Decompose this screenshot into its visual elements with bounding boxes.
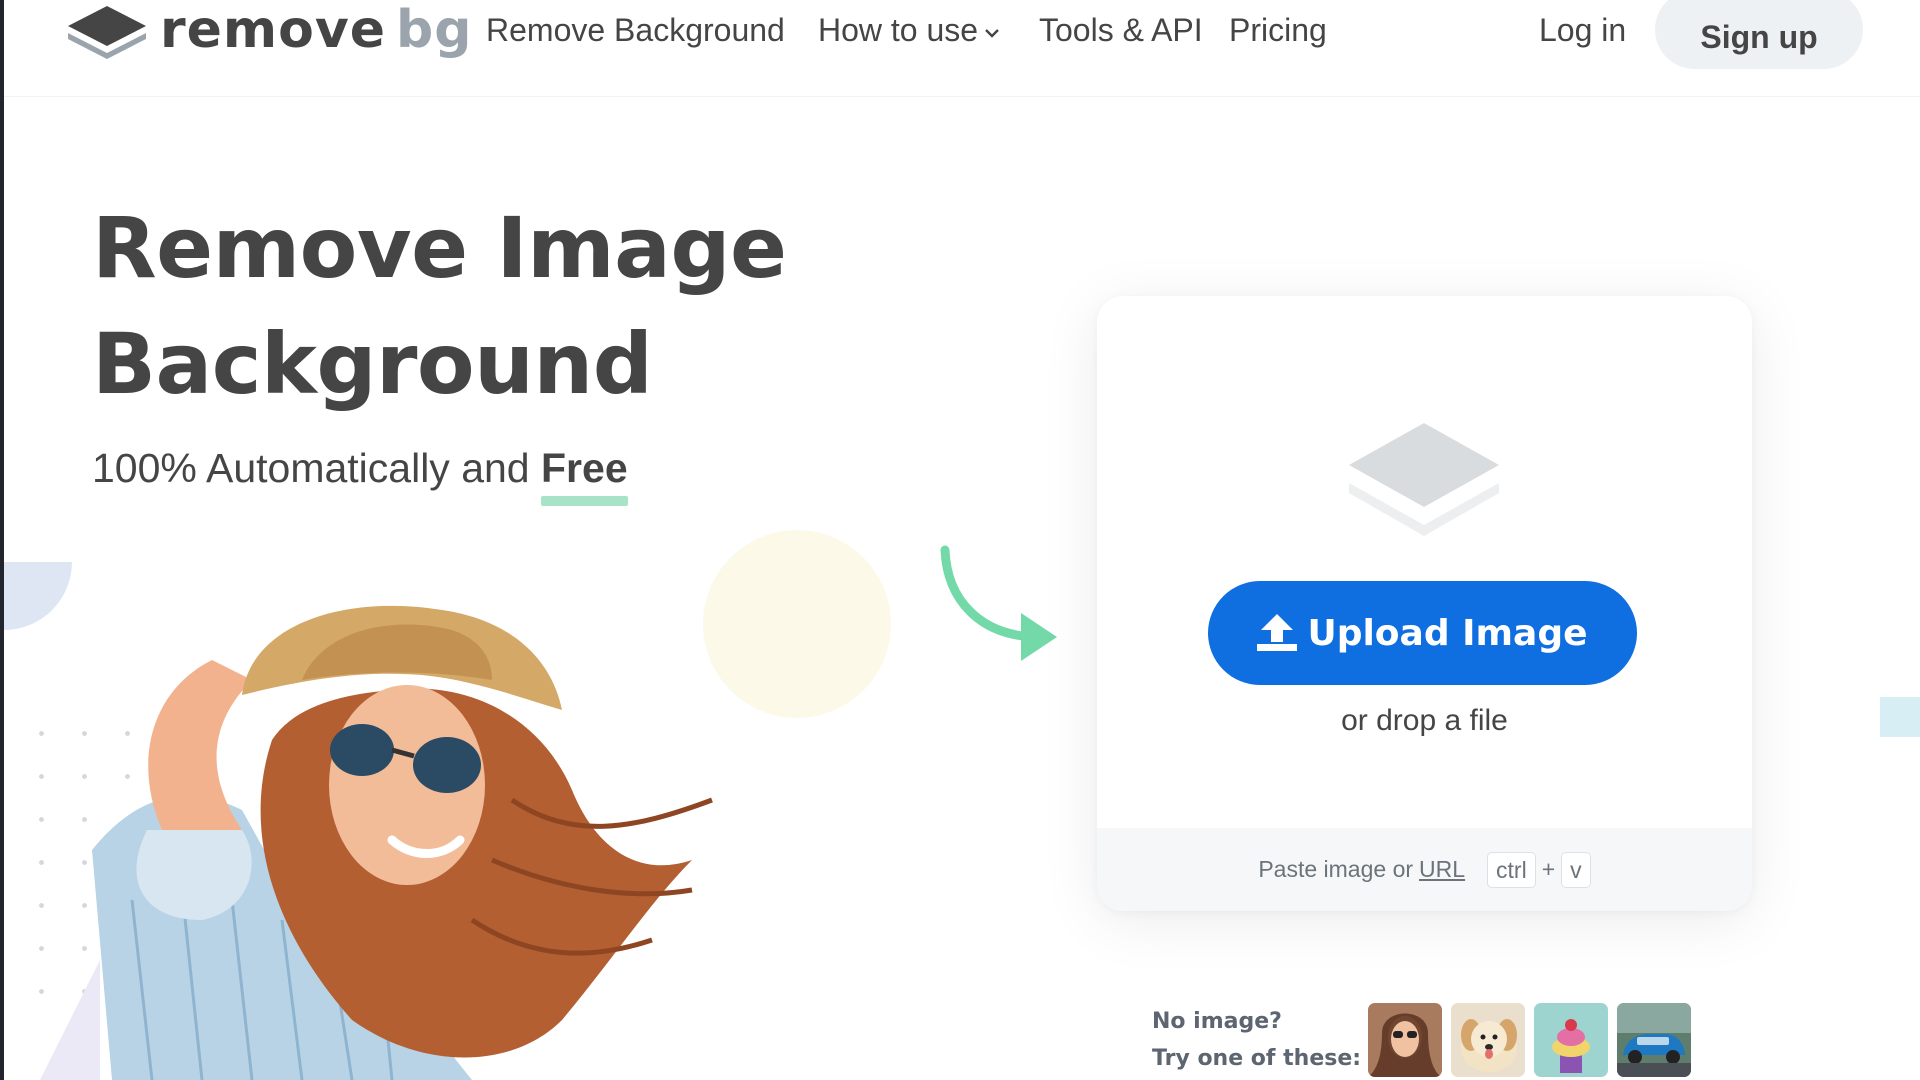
v-key: v [1561,851,1591,888]
chevron-down-icon [985,28,999,38]
hero-woman-image [92,605,713,1080]
upload-icon [1257,614,1298,651]
sample-thumbnail-dog[interactable] [1451,1003,1525,1077]
curved-arrow-icon [940,545,1057,661]
nav-how-to-use-label: How to use [818,12,979,48]
ctrl-key: ctrl [1487,851,1536,888]
paste-url-link[interactable]: URL [1419,856,1465,883]
login-link[interactable]: Log in [1539,8,1626,52]
removebg-logo[interactable]: remove bg [62,0,472,60]
top-navigation: remove bg Remove Background How to use To… [4,0,1920,97]
sample-thumbnail-car[interactable] [1617,1003,1691,1077]
signup-button[interactable]: Sign up [1655,0,1863,69]
drop-file-text: or drop a file [1341,704,1508,737]
hero-subtitle-free: Free [541,440,628,506]
layers-logo-icon [68,6,146,59]
upload-image-label: Upload Image [1307,612,1588,654]
hero-title-line2: Background [92,315,653,413]
sample-images-prompt: No image? Try one of these: [1152,1003,1361,1077]
page: remove bg Remove Background How to use To… [0,0,1920,1080]
paste-hint: Paste image or URL ctrl + v [1097,828,1752,911]
sample-thumbnail-woman[interactable] [1368,1003,1442,1077]
nav-how-to-use[interactable]: How to use [818,8,1000,52]
paste-hint-text: Paste image or [1258,856,1414,882]
nav-remove-background[interactable]: Remove Background [486,8,785,52]
logo-wordmark: remove bg [160,0,473,60]
hero-title: Remove Image Background [92,190,787,422]
hero-subtitle: 100% Automatically and Free [92,440,628,506]
nav-tools-api[interactable]: Tools & API [1039,8,1203,52]
decorative-semicircle [4,562,72,630]
try-these-label: Try one of these: [1152,1046,1362,1071]
decorative-square [1880,697,1920,737]
upload-card[interactable]: Upload Image or drop a file Paste image … [1097,296,1752,911]
hero-subtitle-prefix: 100% Automatically and [92,445,530,491]
nav-pricing[interactable]: Pricing [1229,8,1327,52]
window-edge [0,0,4,1080]
plus-sign: + [1541,856,1556,882]
upload-image-button[interactable]: Upload Image [1208,581,1637,685]
decorative-triangle [40,960,100,1080]
layers-placeholder-icon [1349,423,1499,536]
sample-thumbnail-cupcake[interactable] [1534,1003,1608,1077]
no-image-label: No image? [1152,1009,1282,1034]
hero-title-line1: Remove Image [92,199,787,297]
